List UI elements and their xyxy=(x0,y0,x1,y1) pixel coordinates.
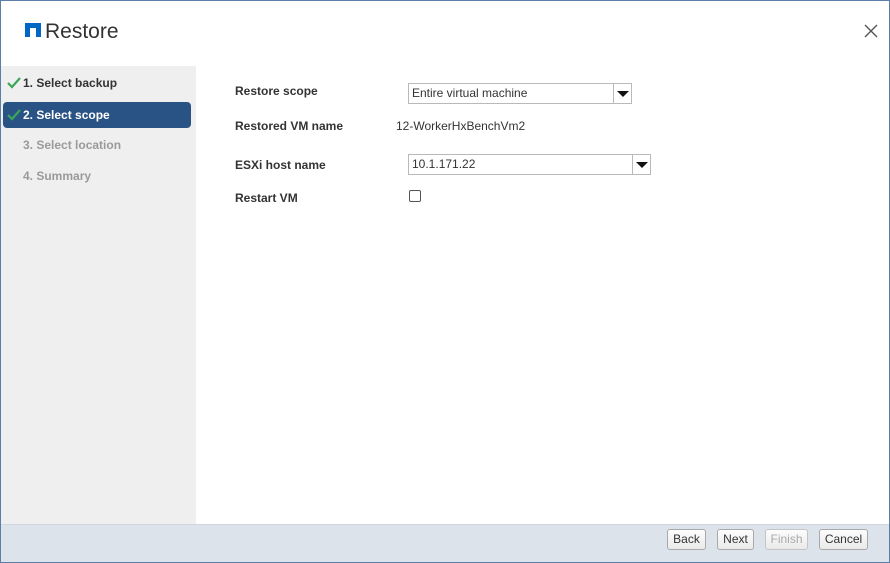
restore-scope-select[interactable]: Entire virtual machine xyxy=(408,83,632,104)
restore-scope-label: Restore scope xyxy=(235,84,318,98)
restored-vm-name-label: Restored VM name xyxy=(235,119,344,133)
close-icon[interactable] xyxy=(863,23,879,39)
step-select-location: 3. Select location xyxy=(3,132,191,158)
netapp-logo-icon xyxy=(25,23,41,37)
restore-dialog: Restore 1. Select backup 2. Select scope… xyxy=(0,0,890,563)
back-button[interactable]: Back xyxy=(667,529,706,550)
esxi-host-select[interactable]: 10.1.171.22 xyxy=(408,154,651,175)
cancel-button[interactable]: Cancel xyxy=(819,529,868,550)
step-label: 3. Select location xyxy=(23,138,122,152)
restart-vm-checkbox[interactable] xyxy=(409,190,421,202)
checkmark-icon xyxy=(7,109,21,121)
chevron-down-icon[interactable] xyxy=(632,155,650,174)
step-label: 4. Summary xyxy=(23,169,92,183)
chevron-down-icon[interactable] xyxy=(613,84,631,103)
dialog-title: Restore xyxy=(45,20,119,43)
finish-button: Finish xyxy=(765,529,808,550)
step-select-scope[interactable]: 2. Select scope xyxy=(3,102,191,128)
step-label: 2. Select scope xyxy=(23,108,110,122)
checkmark-icon xyxy=(7,77,21,89)
esxi-host-label: ESXi host name xyxy=(235,158,326,172)
step-select-backup[interactable]: 1. Select backup xyxy=(3,70,191,96)
restart-vm-label: Restart VM xyxy=(235,191,298,205)
restored-vm-name-value: 12-WorkerHxBenchVm2 xyxy=(396,119,526,133)
dialog-footer: Back Next Finish Cancel xyxy=(1,524,889,562)
dialog-header: Restore xyxy=(1,1,889,65)
next-button[interactable]: Next xyxy=(717,529,754,550)
esxi-host-value: 10.1.171.22 xyxy=(412,157,476,171)
step-label: 1. Select backup xyxy=(23,76,118,90)
wizard-steps: 1. Select backup 2. Select scope 3. Sele… xyxy=(1,66,196,524)
step-summary: 4. Summary xyxy=(3,163,191,189)
restore-scope-value: Entire virtual machine xyxy=(412,86,528,100)
scope-form: Restore scope Entire virtual machine Res… xyxy=(196,66,889,524)
